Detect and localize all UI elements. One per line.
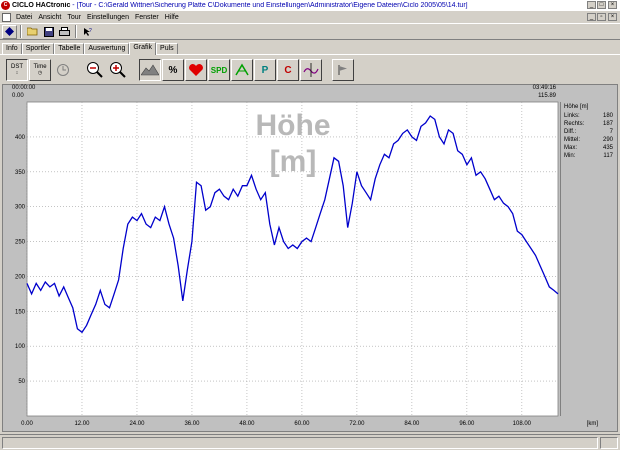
y-tick-label: 200 <box>15 274 26 280</box>
x-tick-label: 24.00 <box>129 421 145 427</box>
statistics-panel: Höhe [m] Links: 180 Rechts: 187 Diff.: 7 Mi… <box>560 102 616 416</box>
stat-label: Rechts: <box>564 121 585 127</box>
stat-row: Mittel: 290 <box>561 136 616 144</box>
stat-row: Links: 180 <box>561 112 616 120</box>
stat-row: Min: 117 <box>561 152 616 160</box>
y-tick-label: 50 <box>18 379 25 385</box>
y-tick-label: 400 <box>15 135 26 141</box>
stat-value: 180 <box>602 113 613 119</box>
y-tick-label: 150 <box>15 309 26 315</box>
stat-label: Max: <box>564 145 578 151</box>
stat-value: 7 <box>609 129 613 135</box>
stat-value: 435 <box>602 145 613 151</box>
stat-label: Min: <box>564 153 576 159</box>
y-tick-label: 350 <box>15 170 26 176</box>
status-bar <box>0 434 620 450</box>
x-axis-label: [km] <box>587 421 599 427</box>
x-tick-label: 72.00 <box>349 421 365 427</box>
chart-title-line2: [m] <box>270 145 317 178</box>
x-tick-label: 48.00 <box>239 421 255 427</box>
x-tick-label: 96.00 <box>459 421 475 427</box>
stat-label: Mittel: <box>564 137 581 143</box>
stat-row: Diff.: 7 <box>561 128 616 136</box>
stat-row: Max: 435 <box>561 144 616 152</box>
x-tick-label: 60.00 <box>294 421 310 427</box>
x-tick-label: 108.00 <box>513 421 532 427</box>
status-cell-main <box>2 437 598 449</box>
app-window: C CICLO HACtronic - [Tour - C:\Gerald Wi… <box>0 0 620 450</box>
stat-value: 290 <box>602 137 613 143</box>
stat-label: Links: <box>564 113 580 119</box>
x-tick-label: 36.00 <box>184 421 200 427</box>
chart-title-line1: Höhe <box>256 109 331 142</box>
y-tick-label: 100 <box>15 344 26 350</box>
y-tick-label: 300 <box>15 205 26 211</box>
panel-title: Höhe [m] <box>564 104 589 110</box>
stat-value: 117 <box>603 153 613 159</box>
stat-label: Diff.: <box>564 129 577 135</box>
stat-row: Rechts: 187 <box>561 120 616 128</box>
size-grip[interactable] <box>600 437 618 449</box>
y-tick-label: 250 <box>15 240 26 246</box>
x-tick-label: 0.00 <box>21 421 33 427</box>
stat-value: 187 <box>602 121 613 127</box>
x-tick-label: 12.00 <box>74 421 90 427</box>
elevation-chart[interactable]: 50 100 150 200 250 300 350 400 0.00 12.00 24.00 36.… <box>0 0 620 450</box>
x-tick-label: 84.00 <box>404 421 420 427</box>
